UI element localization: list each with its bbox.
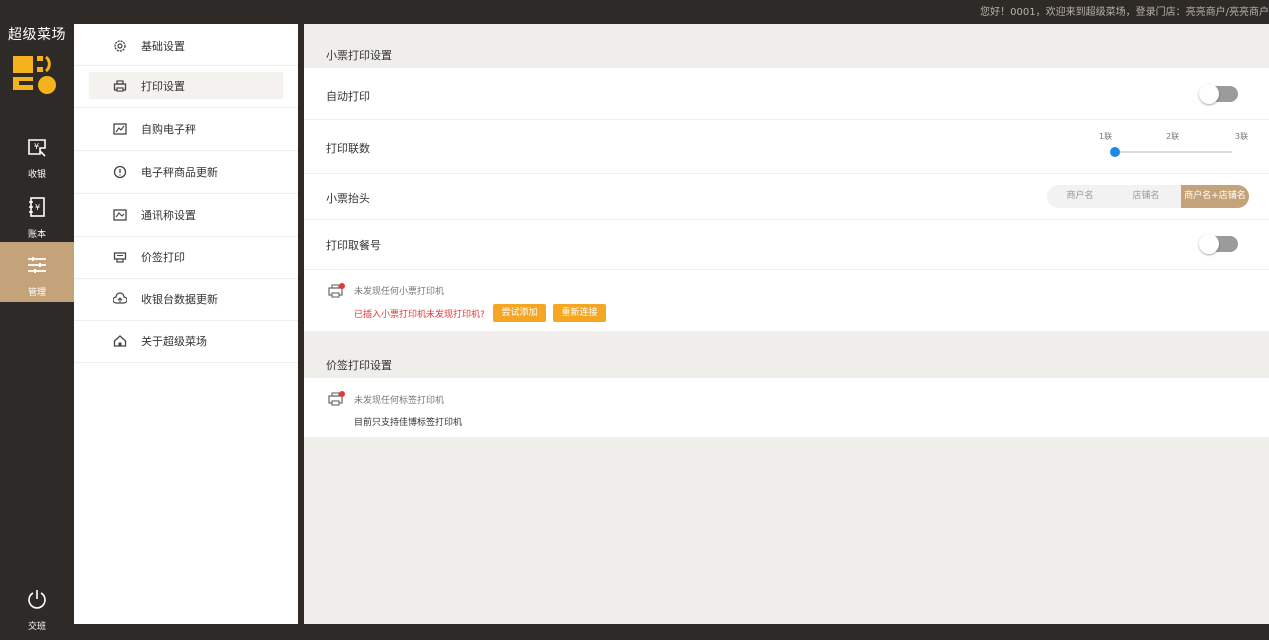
- receipt-section-title: 小票打印设置: [326, 49, 392, 62]
- update-icon: [113, 165, 127, 179]
- menu-item-scale-update[interactable]: 电子秤商品更新: [74, 152, 298, 194]
- rail-item-manage[interactable]: 管理: [0, 242, 74, 302]
- receipt-header-label: 小票抬头: [326, 192, 370, 205]
- header-option-store[interactable]: 店铺名: [1115, 185, 1177, 208]
- copies-label: 打印联数: [326, 142, 370, 155]
- pickup-number-label: 打印取餐号: [326, 239, 381, 252]
- rail-item-ledger[interactable]: ¥ 账本: [0, 188, 74, 248]
- receipt-section-header: 小票打印设置: [304, 24, 1269, 68]
- toggle-knob: [1199, 84, 1219, 104]
- gear-icon: [114, 40, 126, 52]
- menu-item-about[interactable]: 关于超级菜场: [74, 321, 298, 363]
- ledger-icon: ¥: [29, 197, 45, 217]
- rail-item-logout[interactable]: 交班: [0, 580, 74, 640]
- printer-warning-icon: [328, 283, 345, 298]
- copies-row: 打印联数 1联 2联 3联: [304, 120, 1269, 174]
- rail-label-ledger: 账本: [27, 230, 46, 240]
- menu-item-scale[interactable]: 自购电子秤: [74, 109, 298, 151]
- label-printer-icon: [113, 252, 127, 263]
- auto-print-label: 自动打印: [326, 90, 370, 103]
- menu-label-scale: 自购电子秤: [141, 123, 196, 136]
- header-option-both[interactable]: 商户名+店铺名: [1181, 185, 1249, 208]
- left-rail: 超级菜场 ¥ 收银 ¥ 账本 管理 交班: [0, 24, 74, 632]
- copies-slider-handle[interactable]: [1110, 147, 1120, 157]
- top-bar: 您好！0001，欢迎来到超级菜场，登录门店：亮亮商户/亮亮商户: [0, 0, 1269, 24]
- menu-item-label-print[interactable]: 价签打印: [74, 237, 298, 279]
- receipt-header-row: 小票抬头 商户名 店铺名 商户名+店铺名: [304, 174, 1269, 220]
- pickup-number-toggle[interactable]: [1199, 234, 1238, 254]
- label-printer-not-found: 未发现任何标签打印机: [354, 396, 445, 406]
- header-option-merchant[interactable]: 商户名: [1047, 185, 1113, 208]
- menu-label-print: 打印设置: [141, 80, 185, 93]
- comm-scale-icon: [113, 209, 127, 221]
- auto-print-row: 自动打印: [304, 68, 1269, 120]
- settings-menu: 基础设置 打印设置 自购电子秤 电子秤商品更新 通讯称设置 价签打印 收银台数据…: [74, 24, 298, 624]
- menu-item-comm-scale[interactable]: 通讯称设置: [74, 195, 298, 237]
- rail-label-cashier: 收银: [27, 170, 46, 180]
- toggle-knob: [1199, 234, 1219, 254]
- menu-label-about: 关于超级菜场: [141, 335, 207, 348]
- menu-label-basic: 基础设置: [141, 40, 185, 53]
- menu-label-label-print: 价签打印: [141, 251, 185, 264]
- auto-print-toggle[interactable]: [1199, 84, 1238, 104]
- menu-item-basic[interactable]: 基础设置: [74, 24, 298, 66]
- printer-icon: [113, 80, 127, 92]
- copies-option-2[interactable]: 2联: [1166, 131, 1179, 142]
- receipt-printer-not-found: 未发现任何小票打印机: [354, 287, 445, 297]
- menu-label-comm-scale: 通讯称设置: [141, 209, 196, 222]
- reconnect-button[interactable]: 重新连接: [553, 304, 606, 322]
- try-add-button[interactable]: 尝试添加: [493, 304, 546, 322]
- rail-item-cashier[interactable]: ¥ 收银: [0, 128, 74, 188]
- sliders-icon: [28, 257, 46, 273]
- cashier-icon: ¥: [28, 139, 46, 157]
- brand-logo: [13, 55, 56, 94]
- copies-slider-track[interactable]: [1115, 151, 1232, 153]
- svg-text:¥: ¥: [35, 203, 40, 212]
- power-icon: [28, 590, 46, 609]
- menu-label-data-update: 收银台数据更新: [141, 293, 218, 306]
- copies-option-1[interactable]: 1联: [1099, 131, 1112, 142]
- menu-item-print[interactable]: 打印设置: [74, 66, 298, 108]
- receipt-printer-warning: 已插入小票打印机未发现打印机?: [354, 310, 485, 320]
- pickup-number-row: 打印取餐号: [304, 220, 1269, 270]
- home-icon: [113, 335, 127, 347]
- svg-text:¥: ¥: [34, 142, 39, 151]
- label-printer-status: 未发现任何标签打印机 目前只支持佳博标签打印机: [304, 378, 1269, 438]
- menu-item-data-update[interactable]: 收银台数据更新: [74, 279, 298, 321]
- menu-label-scale-update: 电子秤商品更新: [141, 166, 218, 179]
- printer-warning-icon: [328, 391, 345, 406]
- copies-option-3[interactable]: 3联: [1235, 131, 1248, 142]
- label-section-title: 价签打印设置: [326, 359, 392, 372]
- brand-name: 超级菜场: [8, 27, 66, 43]
- rail-label-logout: 交班: [27, 622, 46, 632]
- content-panel: 小票打印设置 自动打印 打印联数 1联 2联 3联 小票抬头 商户名 店铺名 商…: [304, 24, 1269, 624]
- scale-icon: [113, 123, 127, 135]
- label-section-header: 价签打印设置: [304, 334, 1269, 378]
- cloud-upload-icon: [113, 292, 127, 304]
- label-printer-support-note: 目前只支持佳博标签打印机: [354, 418, 463, 428]
- receipt-printer-status: 未发现任何小票打印机 已插入小票打印机未发现打印机? 尝试添加 重新连接: [304, 270, 1269, 332]
- rail-label-manage: 管理: [27, 288, 46, 298]
- welcome-text: 您好！0001，欢迎来到超级菜场，登录门店：亮亮商户/亮亮商户: [980, 7, 1269, 18]
- receipt-header-selector: 商户名 店铺名 商户名+店铺名: [1047, 185, 1249, 208]
